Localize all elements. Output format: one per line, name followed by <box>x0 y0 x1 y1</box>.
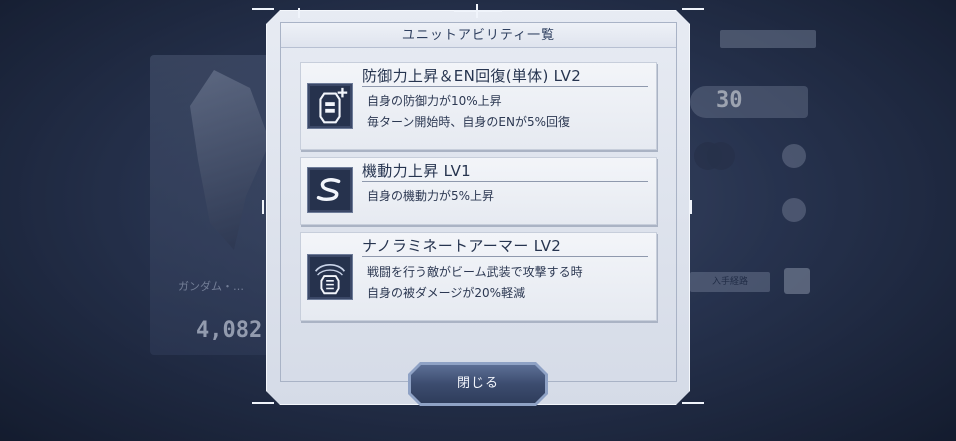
nanolaminate-armor-icon <box>307 254 353 300</box>
frame-tick <box>682 402 704 404</box>
ability-card: 機動力上昇 LV1 自身の機動力が5%上昇 <box>300 157 657 225</box>
ability-description-line: 毎ターン開始時、自身のENが5%回復 <box>367 115 570 129</box>
frame-tick <box>690 200 692 214</box>
ability-card: ナノラミネートアーマー LV2 戦闘を行う敵がビーム武装で攻撃する時 自身の被ダ… <box>300 232 657 321</box>
frame-tick <box>682 8 704 10</box>
close-button[interactable]: 閉じる <box>411 365 545 403</box>
frame-tick <box>252 8 274 10</box>
ability-description-line: 自身の被ダメージが20%軽減 <box>367 286 526 300</box>
ability-title: ナノラミネートアーマー LV2 <box>362 237 562 255</box>
ability-description-line: 自身の機動力が5%上昇 <box>367 189 495 203</box>
frame-tick <box>252 402 274 404</box>
modal-title: ユニットアビリティ一覧 <box>281 23 676 48</box>
ability-divider <box>362 181 648 182</box>
ability-title: 防御力上昇＆EN回復(単体) LV2 <box>362 67 582 85</box>
ability-description-line: 戦闘を行う敵がビーム武装で攻撃する時 <box>367 265 583 279</box>
defense-en-recovery-icon <box>307 83 353 129</box>
ability-description-line: 自身の防御力が10%上昇 <box>367 94 502 108</box>
ability-card: 防御力上昇＆EN回復(単体) LV2 自身の防御力が10%上昇 毎ターン開始時、… <box>300 62 657 150</box>
frame-tick <box>298 8 300 18</box>
frame-tick <box>262 200 264 214</box>
ability-divider <box>362 256 648 257</box>
mobility-icon <box>307 167 353 213</box>
ability-divider <box>362 86 648 87</box>
ability-title: 機動力上昇 LV1 <box>362 162 471 180</box>
frame-tick <box>454 10 502 12</box>
